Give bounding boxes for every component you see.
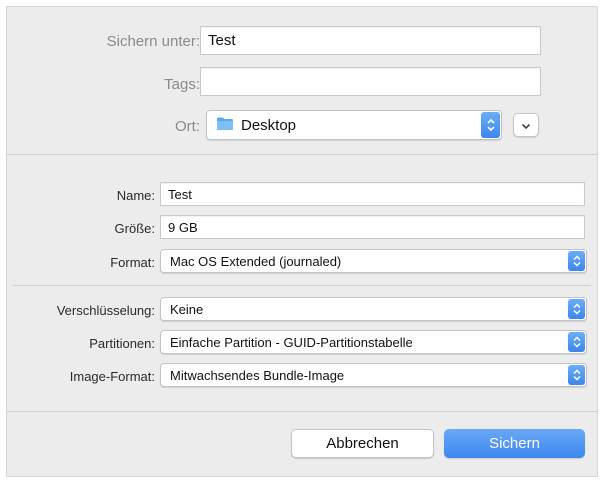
format-value: Mac OS Extended (journaled) (170, 253, 342, 269)
location-popup[interactable]: Desktop (206, 110, 502, 140)
popup-stepper-icon (568, 251, 585, 271)
cancel-button[interactable]: Abbrechen (291, 429, 434, 458)
name-input[interactable]: Test (160, 182, 585, 206)
encryption-label: Verschlüsselung: (56, 303, 155, 318)
chevron-down-icon (521, 117, 531, 134)
partitions-label: Partitionen: (89, 336, 155, 351)
expand-dialog-button[interactable] (513, 113, 539, 137)
save-dialog: Sichern unter: Test Tags: Ort: Desktop N… (6, 6, 598, 477)
size-value: 9 GB (168, 219, 198, 235)
section-divider (7, 154, 597, 155)
format-popup[interactable]: Mac OS Extended (journaled) (160, 249, 587, 273)
popup-stepper-icon (568, 299, 585, 319)
save-as-input[interactable]: Test (200, 26, 541, 55)
popup-stepper-icon (481, 112, 500, 138)
encryption-popup[interactable]: Keine (160, 297, 587, 321)
cancel-button-label: Abbrechen (326, 435, 399, 452)
image-format-value: Mitwachsendes Bundle-Image (170, 367, 345, 383)
size-input[interactable]: 9 GB (160, 215, 585, 239)
partitions-popup[interactable]: Einfache Partition - GUID-Partitionstabe… (160, 330, 587, 354)
save-button-label: Sichern (489, 435, 540, 452)
location-label: Ort: (175, 118, 200, 135)
section-divider (7, 411, 597, 412)
location-value: Desktop (241, 116, 297, 134)
encryption-value: Keine (170, 301, 204, 317)
name-label: Name: (116, 188, 155, 203)
name-value: Test (168, 186, 192, 202)
tags-input[interactable] (200, 67, 541, 96)
save-button[interactable]: Sichern (444, 429, 585, 458)
tags-label: Tags: (164, 76, 200, 93)
section-divider (13, 285, 591, 286)
save-as-value: Test (208, 32, 236, 49)
image-format-label: Image-Format: (69, 369, 155, 384)
format-label: Format: (110, 255, 155, 270)
size-label: Größe: (114, 221, 155, 236)
image-format-popup[interactable]: Mitwachsendes Bundle-Image (160, 363, 587, 387)
popup-stepper-icon (568, 365, 585, 385)
folder-icon (216, 116, 234, 135)
popup-stepper-icon (568, 332, 585, 352)
partitions-value: Einfache Partition - GUID-Partitionstabe… (170, 334, 413, 350)
save-as-label: Sichern unter: (106, 33, 200, 50)
